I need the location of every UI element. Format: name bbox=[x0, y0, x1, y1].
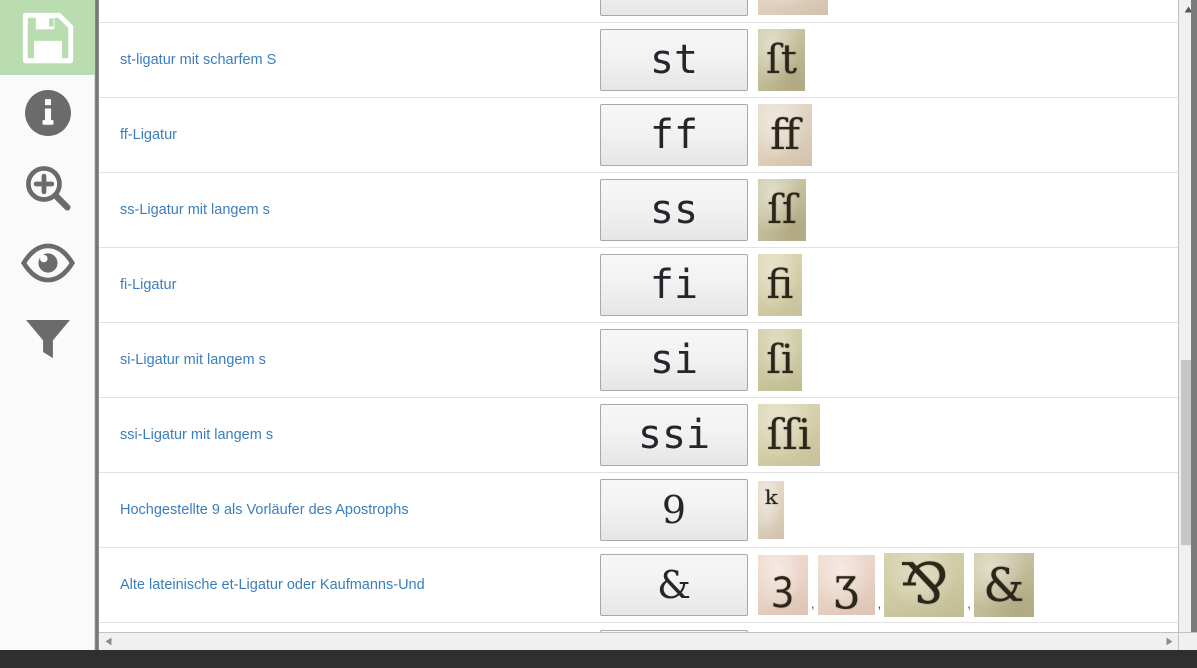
info-button[interactable] bbox=[0, 75, 95, 150]
zoom-in-button[interactable] bbox=[0, 150, 95, 225]
character-name-link[interactable]: fi-Ligatur bbox=[99, 277, 600, 293]
sample-separator: , bbox=[967, 596, 971, 611]
manuscript-sample-image[interactable]: ſſ bbox=[758, 179, 806, 241]
sample-separator: , bbox=[877, 596, 882, 611]
glyph-preview-box[interactable] bbox=[600, 0, 748, 16]
glyph-preview-box[interactable]: 9 bbox=[600, 479, 748, 541]
character-name-link[interactable]: si-Ligatur mit langem s bbox=[99, 352, 600, 368]
manuscript-sample-image[interactable]: ſi bbox=[758, 329, 802, 391]
manuscript-samples: ᵏ bbox=[758, 481, 1178, 539]
table-row[interactable]: fi-Ligatur fi fi bbox=[99, 248, 1178, 323]
glyph-cell: fi bbox=[600, 254, 758, 316]
table-row[interactable]: ssi-Ligatur mit langem s ssi ſſi bbox=[99, 398, 1178, 473]
character-name-link[interactable]: ssi-Ligatur mit langem s bbox=[99, 427, 600, 443]
save-button[interactable] bbox=[0, 0, 95, 75]
manuscript-ink-glyph bbox=[758, 0, 828, 15]
manuscript-ink-glyph: ſſ bbox=[767, 187, 797, 233]
glyph-cell: 9 bbox=[600, 479, 758, 541]
application-window: st-ligatur mit scharfem Sst ſt ff-Ligatur f… bbox=[0, 0, 1197, 668]
manuscript-samples: ff bbox=[758, 104, 1178, 166]
manuscript-ink-glyph: ⅋ bbox=[899, 553, 950, 617]
glyph-preview-box[interactable]: ssi bbox=[600, 404, 748, 466]
glyph-preview-box[interactable]: st bbox=[600, 29, 748, 91]
character-name-link[interactable]: ff-Ligatur bbox=[99, 127, 600, 143]
manuscript-samples: ſt bbox=[758, 29, 1178, 91]
manuscript-sample-image[interactable]: ſt bbox=[758, 29, 805, 91]
manuscript-samples: fi bbox=[758, 254, 1178, 316]
manuscript-samples bbox=[758, 0, 1178, 15]
glyph-preview-box[interactable]: fi bbox=[600, 254, 748, 316]
manuscript-sample-image[interactable]: ⅋ bbox=[884, 553, 965, 617]
character-name-link[interactable]: ss-Ligatur mit langem s bbox=[99, 202, 600, 218]
manuscript-samples: ſſi bbox=[758, 404, 1178, 466]
manuscript-sample-image[interactable]: ᵏ bbox=[758, 481, 784, 539]
character-name-link[interactable]: Hochgestellte 9 als Vorläufer des Apostr… bbox=[99, 502, 600, 518]
glyph-preview-box[interactable]: ff bbox=[600, 104, 748, 166]
glyph-cell: si bbox=[600, 329, 758, 391]
glyph-preview-box[interactable]: si bbox=[600, 329, 748, 391]
manuscript-ink-glyph: ff bbox=[770, 110, 800, 159]
manuscript-ink-glyph: ſt bbox=[766, 37, 797, 83]
character-name-link[interactable]: Alte lateinische et-Ligatur oder Kaufman… bbox=[99, 577, 600, 593]
scrollbar-corner bbox=[1178, 632, 1197, 650]
table-row[interactable]: si-Ligatur mit langem s si ſi bbox=[99, 323, 1178, 398]
character-name-link[interactable]: st-ligatur mit scharfem S bbox=[99, 52, 600, 68]
left-toolbar bbox=[0, 0, 95, 668]
table-row[interactable]: ss-Ligatur mit langem s ss ſſ bbox=[99, 173, 1178, 248]
glyph-cell: ss bbox=[600, 179, 758, 241]
manuscript-sample-image[interactable]: ff bbox=[758, 104, 812, 166]
glyph-cell bbox=[600, 0, 758, 16]
eye-icon bbox=[20, 235, 76, 291]
glyph-cell: ff bbox=[600, 104, 758, 166]
scroll-left-arrow[interactable] bbox=[99, 633, 117, 650]
table-row[interactable] bbox=[99, 0, 1178, 23]
horizontal-scrollbar[interactable] bbox=[99, 632, 1178, 650]
manuscript-ink-glyph: ꝫ bbox=[772, 562, 794, 608]
window-right-edge bbox=[1191, 0, 1197, 650]
sample-separator: , bbox=[811, 596, 815, 611]
manuscript-samples: ſſ bbox=[758, 179, 1178, 241]
save-icon bbox=[17, 7, 79, 69]
glyph-preview-box[interactable]: ss bbox=[600, 179, 748, 241]
table-row[interactable]: st-ligatur mit scharfem Sst ſt bbox=[99, 23, 1178, 98]
manuscript-samples: ſi bbox=[758, 329, 1178, 391]
filter-icon bbox=[20, 310, 76, 366]
visibility-button[interactable] bbox=[0, 225, 95, 300]
glyph-preview-box[interactable]: & bbox=[600, 554, 748, 616]
manuscript-ink-glyph: ʒ bbox=[833, 559, 859, 610]
glyph-cell: st bbox=[600, 29, 758, 91]
zoom-in-icon bbox=[21, 161, 75, 215]
manuscript-sample-image[interactable]: ʒ bbox=[817, 555, 875, 615]
table-row[interactable]: Alte lateinische et-Ligatur oder Kaufman… bbox=[99, 548, 1178, 623]
glyph-cell: ssi bbox=[600, 404, 758, 466]
info-icon bbox=[22, 87, 74, 139]
manuscript-ink-glyph: fi bbox=[766, 262, 794, 308]
filter-button[interactable] bbox=[0, 300, 95, 375]
manuscript-sample-image[interactable]: fi bbox=[758, 254, 802, 316]
scroll-right-arrow[interactable] bbox=[1160, 633, 1178, 650]
manuscript-sample-image[interactable]: ſſi bbox=[758, 404, 820, 466]
table-row[interactable]: ff-Ligatur ff ff bbox=[99, 98, 1178, 173]
manuscript-sample-image[interactable]: & bbox=[973, 553, 1034, 617]
manuscript-samples: ꝫ, ʒ, ⅋, & bbox=[758, 553, 1178, 617]
manuscript-ink-glyph: ſſi bbox=[766, 410, 812, 459]
manuscript-ink-glyph: ᵏ bbox=[764, 484, 778, 524]
manuscript-ink-glyph: ſi bbox=[766, 337, 794, 383]
bottom-status-bar bbox=[0, 650, 1197, 668]
character-list-panel: st-ligatur mit scharfem Sst ſt ff-Ligatur f… bbox=[99, 0, 1178, 650]
glyph-cell: & bbox=[600, 554, 758, 616]
manuscript-ink-glyph: & bbox=[983, 558, 1025, 612]
manuscript-sample-image[interactable] bbox=[758, 0, 828, 15]
table-row[interactable]: Hochgestellte 9 als Vorläufer des Apostr… bbox=[99, 473, 1178, 548]
character-rows: st-ligatur mit scharfem Sst ſt ff-Ligatur f… bbox=[99, 0, 1178, 650]
manuscript-sample-image[interactable]: ꝫ bbox=[758, 555, 808, 615]
